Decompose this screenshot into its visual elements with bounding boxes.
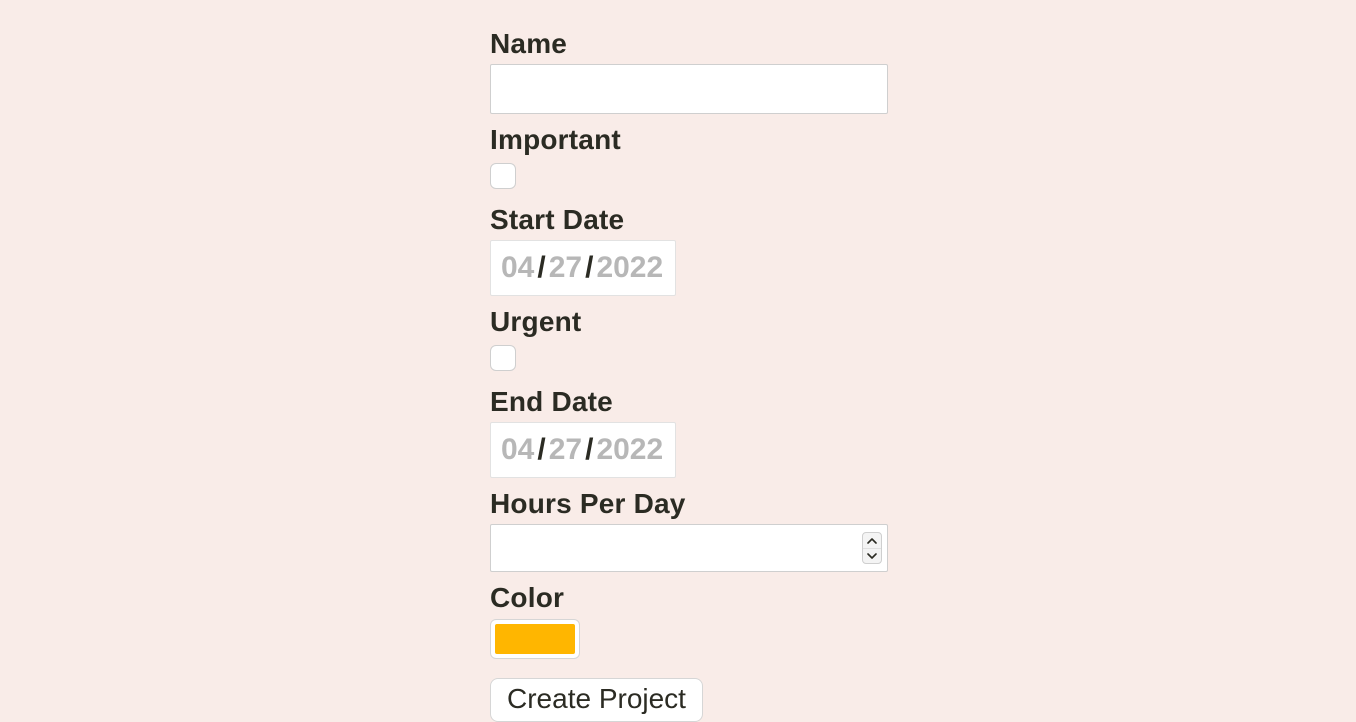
color-label: Color [490, 580, 888, 616]
important-checkbox[interactable] [490, 163, 516, 189]
important-label: Important [490, 122, 888, 158]
create-project-form: Name Important Start Date 04 / 27 / 2022… [490, 0, 888, 722]
end-date-label: End Date [490, 384, 888, 420]
end-date-mm[interactable]: 04 [501, 433, 534, 467]
start-date-mm[interactable]: 04 [501, 251, 534, 285]
start-date-yyyy[interactable]: 2022 [596, 251, 663, 285]
color-swatch [495, 624, 575, 654]
end-date-input[interactable]: 04 / 27 / 2022 [490, 422, 676, 478]
create-project-button[interactable]: Create Project [490, 678, 703, 722]
hours-per-day-stepper[interactable] [862, 532, 882, 564]
end-date-yyyy[interactable]: 2022 [596, 433, 663, 467]
color-input[interactable] [490, 619, 580, 659]
start-date-input[interactable]: 04 / 27 / 2022 [490, 240, 676, 296]
hours-per-day-label: Hours Per Day [490, 486, 888, 522]
stepper-up-icon[interactable] [863, 533, 881, 549]
stepper-down-icon[interactable] [863, 549, 881, 564]
start-date-label: Start Date [490, 202, 888, 238]
start-date-dd[interactable]: 27 [549, 251, 582, 285]
name-label: Name [490, 26, 888, 62]
end-date-dd[interactable]: 27 [549, 433, 582, 467]
urgent-checkbox[interactable] [490, 345, 516, 371]
name-input[interactable] [490, 64, 888, 114]
urgent-label: Urgent [490, 304, 888, 340]
hours-per-day-input[interactable] [490, 524, 888, 572]
